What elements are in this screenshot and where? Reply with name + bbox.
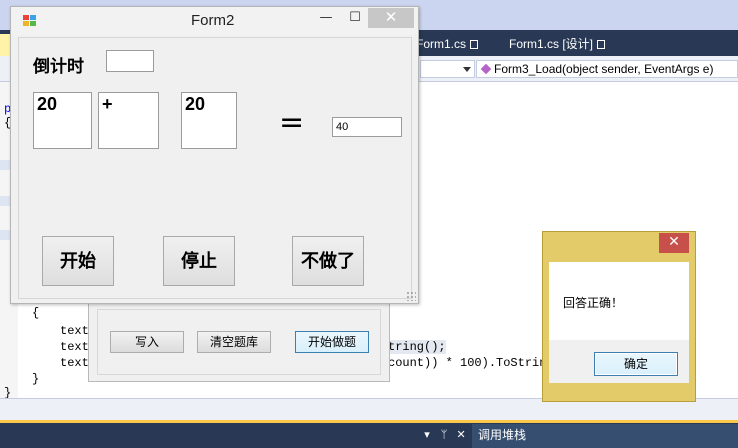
- code-line: text: [60, 324, 89, 338]
- outline-marker: [0, 196, 10, 206]
- code-line: count)) * 100).ToStrin: [388, 356, 547, 370]
- code-line: }: [32, 372, 40, 386]
- message-box-close-button[interactable]: ✕: [659, 233, 689, 253]
- write-button[interactable]: 写入: [110, 331, 184, 353]
- countdown-label: 倒计时: [33, 57, 84, 77]
- close-button[interactable]: ✕: [368, 8, 414, 28]
- form2-window: Form2 — ☐ ✕ 倒计时 20 + 20 = 40 开始 停止 不做了: [10, 6, 419, 304]
- lock-icon: [597, 40, 606, 49]
- chevron-down-icon: [463, 67, 471, 72]
- answer-field[interactable]: 40: [332, 117, 402, 137]
- form2-client-area: 倒计时 20 + 20 = 40 开始 停止 不做了: [18, 37, 412, 299]
- form1-designer-surface: 写入 清空题库 开始做题: [88, 300, 390, 382]
- panel-controls: ▾ ᛘ ✕: [420, 428, 468, 442]
- start-quiz-button[interactable]: 开始做题: [295, 331, 369, 353]
- type-combo[interactable]: [420, 60, 475, 78]
- code-line: text: [60, 340, 89, 354]
- message-box-body: 回答正确！: [549, 262, 689, 340]
- ok-button[interactable]: 确定: [594, 352, 678, 376]
- member-combo[interactable]: Form3_Load(object sender, EventArgs e): [476, 60, 738, 78]
- message-box-footer: 确定: [549, 340, 689, 383]
- tab-label: Form1.cs: [416, 37, 467, 51]
- method-icon: [480, 63, 492, 75]
- lock-icon: [470, 40, 479, 49]
- code-line: {: [32, 306, 40, 320]
- window-title: Form2: [191, 12, 235, 29]
- tab-form1-cs[interactable]: Form1.cs: [412, 34, 479, 56]
- clear-bank-button[interactable]: 清空题库: [197, 331, 271, 353]
- chevron-down-icon[interactable]: ▾: [420, 428, 434, 442]
- operator-field[interactable]: +: [98, 92, 159, 149]
- resize-grip[interactable]: [406, 291, 416, 301]
- code-line: tring();: [388, 340, 446, 354]
- stop-button[interactable]: 停止: [163, 236, 235, 286]
- outline-marker: [0, 160, 10, 170]
- statusbar-accent: [0, 420, 738, 423]
- quit-button[interactable]: 不做了: [292, 236, 364, 286]
- equals-label: =: [279, 105, 305, 140]
- message-box: ✕ 回答正确！ 确定: [542, 231, 696, 402]
- close-icon[interactable]: ✕: [454, 428, 468, 442]
- tab-form1-designer[interactable]: Form1.cs [设计]: [505, 34, 606, 56]
- operand1-field[interactable]: 20: [33, 92, 92, 149]
- start-button[interactable]: 开始: [42, 236, 114, 286]
- app-icon: [23, 15, 37, 27]
- maximize-button[interactable]: ☐: [340, 8, 370, 28]
- operand2-field[interactable]: 20: [181, 92, 237, 149]
- countdown-field[interactable]: [106, 50, 154, 72]
- member-combo-text: Form3_Load(object sender, EventArgs e): [494, 62, 714, 76]
- active-tab-marker: [0, 34, 10, 56]
- tab-callstack[interactable]: 调用堆栈: [472, 424, 738, 448]
- form2-titlebar[interactable]: Form2 — ☐ ✕: [11, 7, 418, 35]
- pin-icon[interactable]: ᛘ: [437, 428, 451, 442]
- code-line: text: [60, 356, 89, 370]
- message-text: 回答正确！: [563, 296, 624, 310]
- tab-label: Form1.cs [设计]: [509, 37, 594, 51]
- minimize-button[interactable]: —: [311, 8, 341, 28]
- outline-marker: [0, 230, 10, 240]
